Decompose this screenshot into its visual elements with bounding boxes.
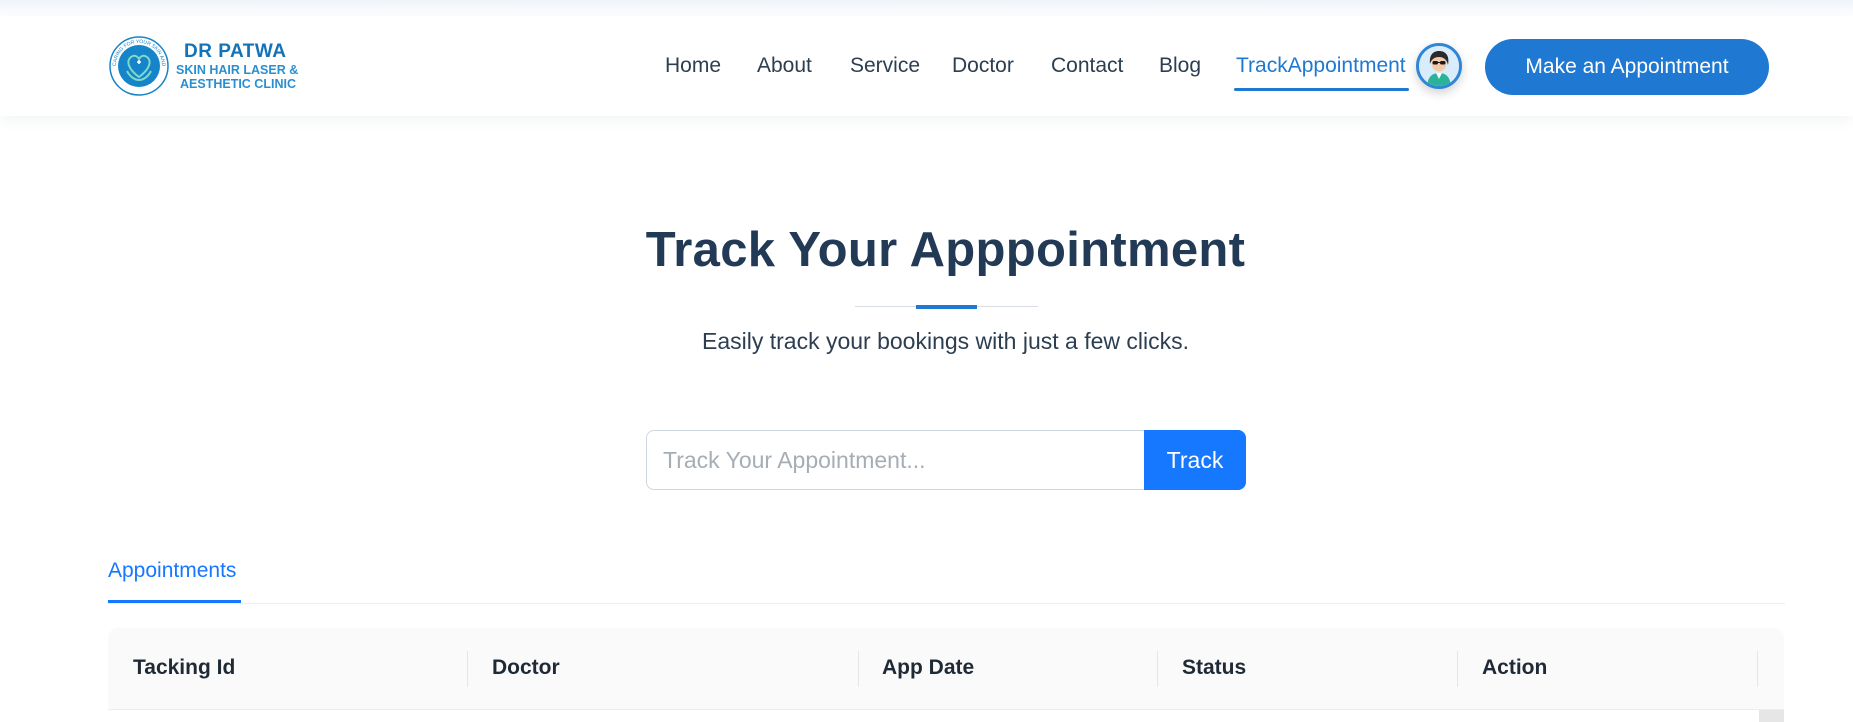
nav-about[interactable]: About [757,54,812,78]
table-scrollbar[interactable] [1759,710,1784,722]
column-header-app-date[interactable]: App Date [882,656,974,680]
column-divider [1457,651,1458,687]
appointments-table-header: Tacking Id Doctor App Date Status Action [108,628,1784,710]
nav-doctor[interactable]: Doctor [952,54,1014,78]
brand-tagline-1: SKIN HAIR LASER & [176,62,299,77]
clinic-logo-icon: CARING FOR YOUR SKIN AND HAIR [106,31,170,97]
make-appointment-button[interactable]: Make an Appointment [1485,39,1769,95]
brand-tagline-2: AESTHETIC CLINIC [180,76,296,91]
column-header-doctor[interactable]: Doctor [492,656,560,680]
nav-blog[interactable]: Blog [1159,54,1201,78]
brand-logo[interactable]: CARING FOR YOUR SKIN AND HAIR DR PATWA S… [106,31,299,97]
column-header-status[interactable]: Status [1182,656,1246,680]
user-avatar-icon[interactable] [1416,43,1462,89]
column-divider [858,651,859,687]
track-button[interactable]: Track [1144,430,1246,490]
tab-appointments[interactable]: Appointments [108,559,236,583]
tab-active-indicator [108,600,241,603]
nav-active-indicator [1234,88,1409,91]
page-subtitle: Easily track your bookings with just a f… [701,328,1189,354]
title-divider-accent [916,305,977,309]
nav-home[interactable]: Home [665,54,721,78]
top-strip [0,0,1853,16]
column-header-tracking-id[interactable]: Tacking Id [133,656,235,680]
navbar: CARING FOR YOUR SKIN AND HAIR DR PATWA S… [0,16,1853,116]
nav-track-appointment[interactable]: TrackAppointment [1236,54,1406,78]
nav-contact[interactable]: Contact [1051,54,1123,78]
column-header-action[interactable]: Action [1482,656,1547,680]
column-divider [1157,651,1158,687]
nav-service[interactable]: Service [850,54,920,78]
column-divider [1757,651,1758,687]
tab-bar: Appointments [108,559,1785,604]
page-title: Track Your Apppointment [645,223,1246,277]
column-divider [467,651,468,687]
track-appointment-input[interactable] [646,430,1145,490]
brand-name: DR PATWA [184,40,287,62]
